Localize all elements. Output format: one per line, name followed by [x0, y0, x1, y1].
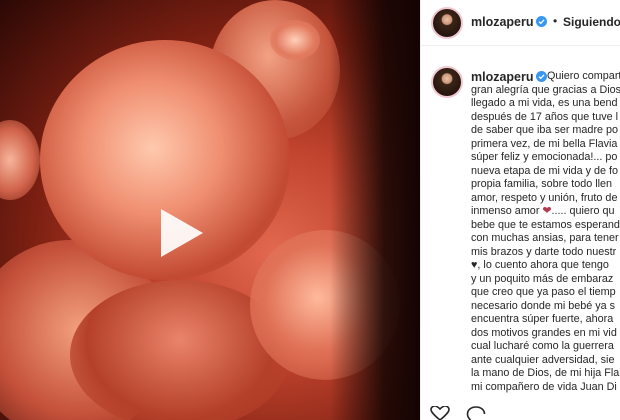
comment-icon[interactable] [466, 406, 486, 420]
caption-text: Quiero compart gran alegría que gracias … [471, 70, 620, 394]
caption-line: dos motivos grandes en mi vid [471, 326, 617, 339]
caption-line: llegado a mi vida, es una bend [471, 97, 618, 109]
caption-line: ♥, lo cuento ahora que tengo [471, 259, 609, 271]
caption-line: primera vez, de mi bella Flavia [471, 137, 618, 150]
post-side-panel: mlozaperu • Siguiendo mlozaperu Quiero c… [420, 0, 620, 420]
video-frame-detail [270, 20, 320, 60]
caption-line: de saber que iba ser madre po [471, 124, 619, 136]
caption-line: con muchas ansias, para tener [471, 232, 619, 244]
caption-line: nueva etapa de mi vida y de fo [471, 164, 619, 177]
caption-line: cual lucharé como la guerrera [471, 340, 614, 352]
verified-badge-icon [535, 16, 547, 27]
caption-line: Quiero compart [547, 70, 620, 82]
caption-line: encuentra súper fuerte, ahora [471, 313, 614, 325]
caption-line: súper feliz y emocionada!... po [471, 151, 618, 163]
following-button[interactable]: Siguiendo [563, 15, 620, 29]
post-video[interactable] [0, 0, 420, 420]
caption-line: necesario donde mi bebé ya s [471, 299, 616, 312]
video-frame-detail [0, 120, 40, 200]
caption-line: amor, respeto y unión, fruto de [471, 191, 618, 204]
caption-line: bebe que te estamos esperand [471, 218, 620, 231]
video-shadow [330, 0, 420, 420]
caption-line: mis brazos y darte todo nuestr [471, 245, 617, 258]
heart-outline-icon[interactable] [430, 406, 450, 420]
avatar[interactable] [431, 66, 463, 98]
caption-line: gran alegría que gracias a Dios [471, 83, 620, 96]
caption-line: y un poquito más de embaraz [471, 272, 614, 285]
caption-line: la mano de Dios, de mi hija Fla [471, 367, 620, 379]
header-username[interactable]: mlozaperu [471, 15, 547, 29]
play-icon[interactable] [155, 205, 207, 261]
caption-line: propia familia, sobre todo llen [471, 178, 613, 190]
caption-line: inmenso amor ❤..... quiero qu [471, 205, 615, 217]
post-header: mlozaperu • Siguiendo [421, 0, 620, 46]
caption-line: mi compañero de vida Juan Di [471, 380, 617, 393]
avatar[interactable] [431, 7, 463, 39]
caption-line: ante cualquier adversidad, sie [471, 353, 615, 366]
caption-line: después de 17 años que tuve l [471, 110, 619, 123]
caption-line: que creo que ya paso el tiemp [471, 286, 616, 298]
separator-dot: • [553, 14, 558, 28]
